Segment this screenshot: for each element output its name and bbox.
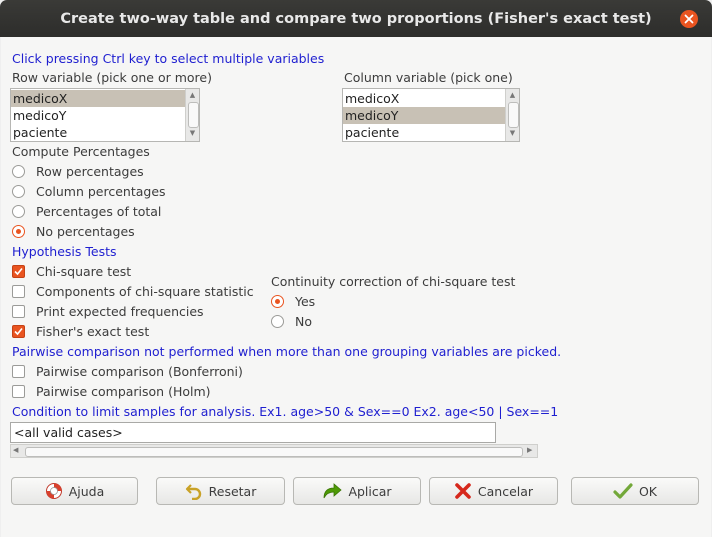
row-variable-item-paciente[interactable]: paciente [11,124,185,141]
column-variable-scrollbar[interactable]: ▲ ▼ [505,89,519,141]
scroll-up-arrow-icon[interactable]: ▲ [188,91,197,100]
pairwise-holm-label[interactable]: Pairwise comparison (Holm) [36,384,211,399]
expected-frequencies-checkbox[interactable] [12,305,25,318]
percentages-of-total-label[interactable]: Percentages of total [36,204,161,219]
row-variable-item-medicoy[interactable]: medicoY [11,107,185,124]
scroll-down-arrow-icon[interactable]: ▼ [508,129,517,138]
help-button[interactable]: Ajuda [11,477,138,505]
apply-button-label: Aplicar [348,483,392,499]
condition-heading: Condition to limit samples for analysis.… [12,404,559,419]
row-variable-label: Row variable (pick one or more) [12,70,212,85]
reset-button-label: Resetar [208,483,257,499]
no-percentages-label[interactable]: No percentages [36,224,135,239]
expected-frequencies-label[interactable]: Print expected frequencies [36,304,204,319]
column-variable-scroll-thumb[interactable] [508,102,519,128]
pairwise-heading: Pairwise comparison not performed when m… [12,344,562,359]
fishers-exact-test-checkbox[interactable] [12,325,25,338]
redo-arrow-icon [324,483,343,499]
title-bar: Create two-way table and compare two pro… [0,0,712,37]
scroll-right-arrow-icon[interactable]: ▶ [527,446,532,454]
chi-square-test-checkbox[interactable] [12,265,25,278]
continuity-yes-label[interactable]: Yes [295,294,315,309]
reset-button[interactable]: Resetar [156,477,285,505]
close-icon [684,14,694,24]
close-button[interactable] [680,10,698,28]
chi-square-components-checkbox[interactable] [12,285,25,298]
ok-button[interactable]: OK [571,477,699,505]
continuity-heading: Continuity correction of chi-square test [271,274,516,289]
row-percentages-radio[interactable] [12,165,25,178]
chi-square-test-label[interactable]: Chi-square test [36,264,131,279]
scroll-down-arrow-icon[interactable]: ▼ [188,129,197,138]
lifebuoy-icon [45,483,62,499]
row-variable-item-medicox[interactable]: medicoX [11,90,185,107]
window-title: Create two-way table and compare two pro… [60,11,652,27]
continuity-no-radio[interactable] [271,315,284,328]
dialog-body: Click pressing Ctrl key to select multip… [1,37,711,537]
checkmark-icon [14,267,23,276]
row-variable-scrollbar[interactable]: ▲ ▼ [185,89,199,141]
cancel-button[interactable]: Cancelar [429,477,558,505]
instructions-text: Click pressing Ctrl key to select multip… [12,51,325,66]
percentages-heading: Compute Percentages [12,144,150,159]
apply-button[interactable]: Aplicar [293,477,421,505]
ok-button-label: OK [638,483,658,499]
no-percentages-radio[interactable] [12,225,25,238]
cancel-x-icon [455,483,471,499]
column-percentages-label[interactable]: Column percentages [36,184,166,199]
pairwise-bonferroni-label[interactable]: Pairwise comparison (Bonferroni) [36,364,243,379]
column-variable-label: Column variable (pick one) [344,70,513,85]
help-button-label: Ajuda [68,483,105,499]
cancel-button-label: Cancelar [477,483,534,499]
column-variable-item-medicox[interactable]: medicoX [343,90,505,107]
continuity-yes-radio[interactable] [271,295,284,308]
column-variable-listbox[interactable]: medicoX medicoY paciente ▲ ▼ [342,88,520,142]
chi-square-components-label[interactable]: Components of chi-square statistic [36,284,254,299]
column-variable-item-paciente[interactable]: paciente [343,124,505,141]
hypothesis-tests-heading: Hypothesis Tests [12,244,117,259]
undo-arrow-icon [185,484,201,500]
checkmark-icon [14,327,23,336]
continuity-no-label[interactable]: No [295,314,312,329]
fishers-exact-test-label[interactable]: Fisher's exact test [36,324,149,339]
percentages-of-total-radio[interactable] [12,205,25,218]
condition-input[interactable]: <all valid cases> [10,422,496,443]
scroll-left-arrow-icon[interactable]: ◀ [13,446,18,454]
column-percentages-radio[interactable] [12,185,25,198]
pairwise-bonferroni-checkbox[interactable] [12,365,25,378]
row-percentages-label[interactable]: Row percentages [36,164,144,179]
checkmark-icon [613,483,633,499]
row-variable-listbox[interactable]: medicoX medicoY paciente ▲ ▼ [10,88,200,142]
scroll-up-arrow-icon[interactable]: ▲ [508,91,517,100]
column-variable-item-medicoy[interactable]: medicoY [343,107,505,124]
condition-scroll-thumb[interactable] [25,447,523,457]
condition-scrollbar[interactable]: ◀ ▶ [10,444,538,458]
row-variable-scroll-thumb[interactable] [188,102,199,128]
pairwise-holm-checkbox[interactable] [12,385,25,398]
